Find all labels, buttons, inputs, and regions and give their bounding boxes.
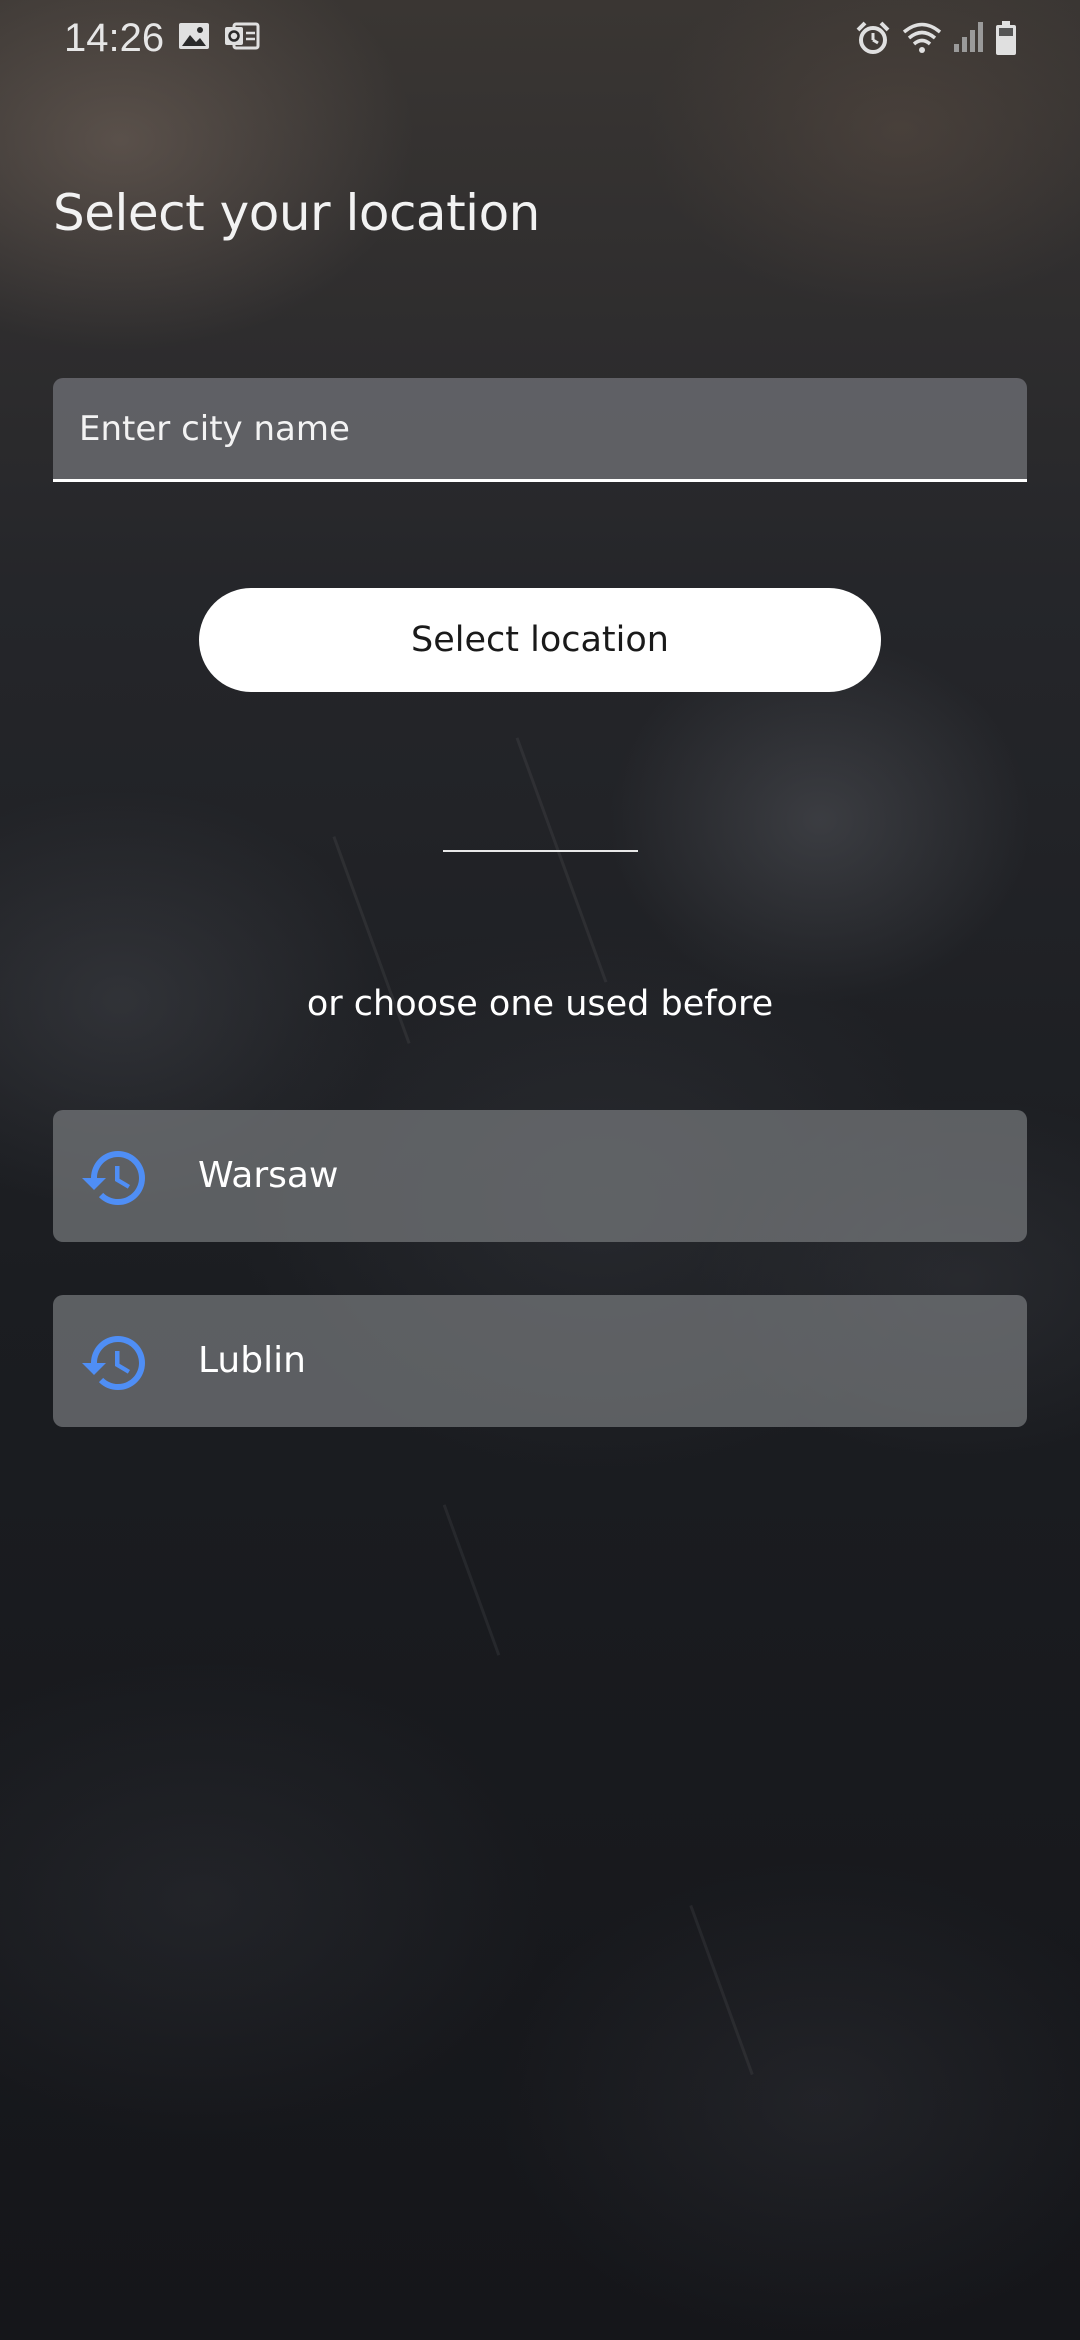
- recent-location-label: Warsaw: [198, 1155, 339, 1196]
- outlook-icon: [224, 20, 260, 57]
- alarm-icon: [855, 20, 891, 61]
- divider: [443, 850, 638, 852]
- recent-location-warsaw[interactable]: Warsaw: [53, 1110, 1027, 1242]
- status-bar: 14:26: [0, 0, 1080, 80]
- gallery-icon: [178, 20, 210, 57]
- recent-locations-heading: or choose one used before: [306, 984, 774, 1024]
- select-location-button[interactable]: Select location: [199, 588, 881, 692]
- signal-icon: [952, 20, 984, 59]
- wifi-icon: [901, 20, 943, 61]
- recent-location-label: Lublin: [198, 1340, 306, 1381]
- history-icon: [79, 1142, 151, 1214]
- recent-location-lublin[interactable]: Lublin: [53, 1295, 1027, 1427]
- city-search-input[interactable]: [53, 378, 1027, 482]
- history-icon: [79, 1327, 151, 1399]
- recent-locations-list: Warsaw Lublin: [53, 1110, 1027, 1480]
- battery-icon: [995, 20, 1017, 61]
- page-title: Select your location: [53, 184, 540, 242]
- status-time: 14:26: [64, 16, 165, 60]
